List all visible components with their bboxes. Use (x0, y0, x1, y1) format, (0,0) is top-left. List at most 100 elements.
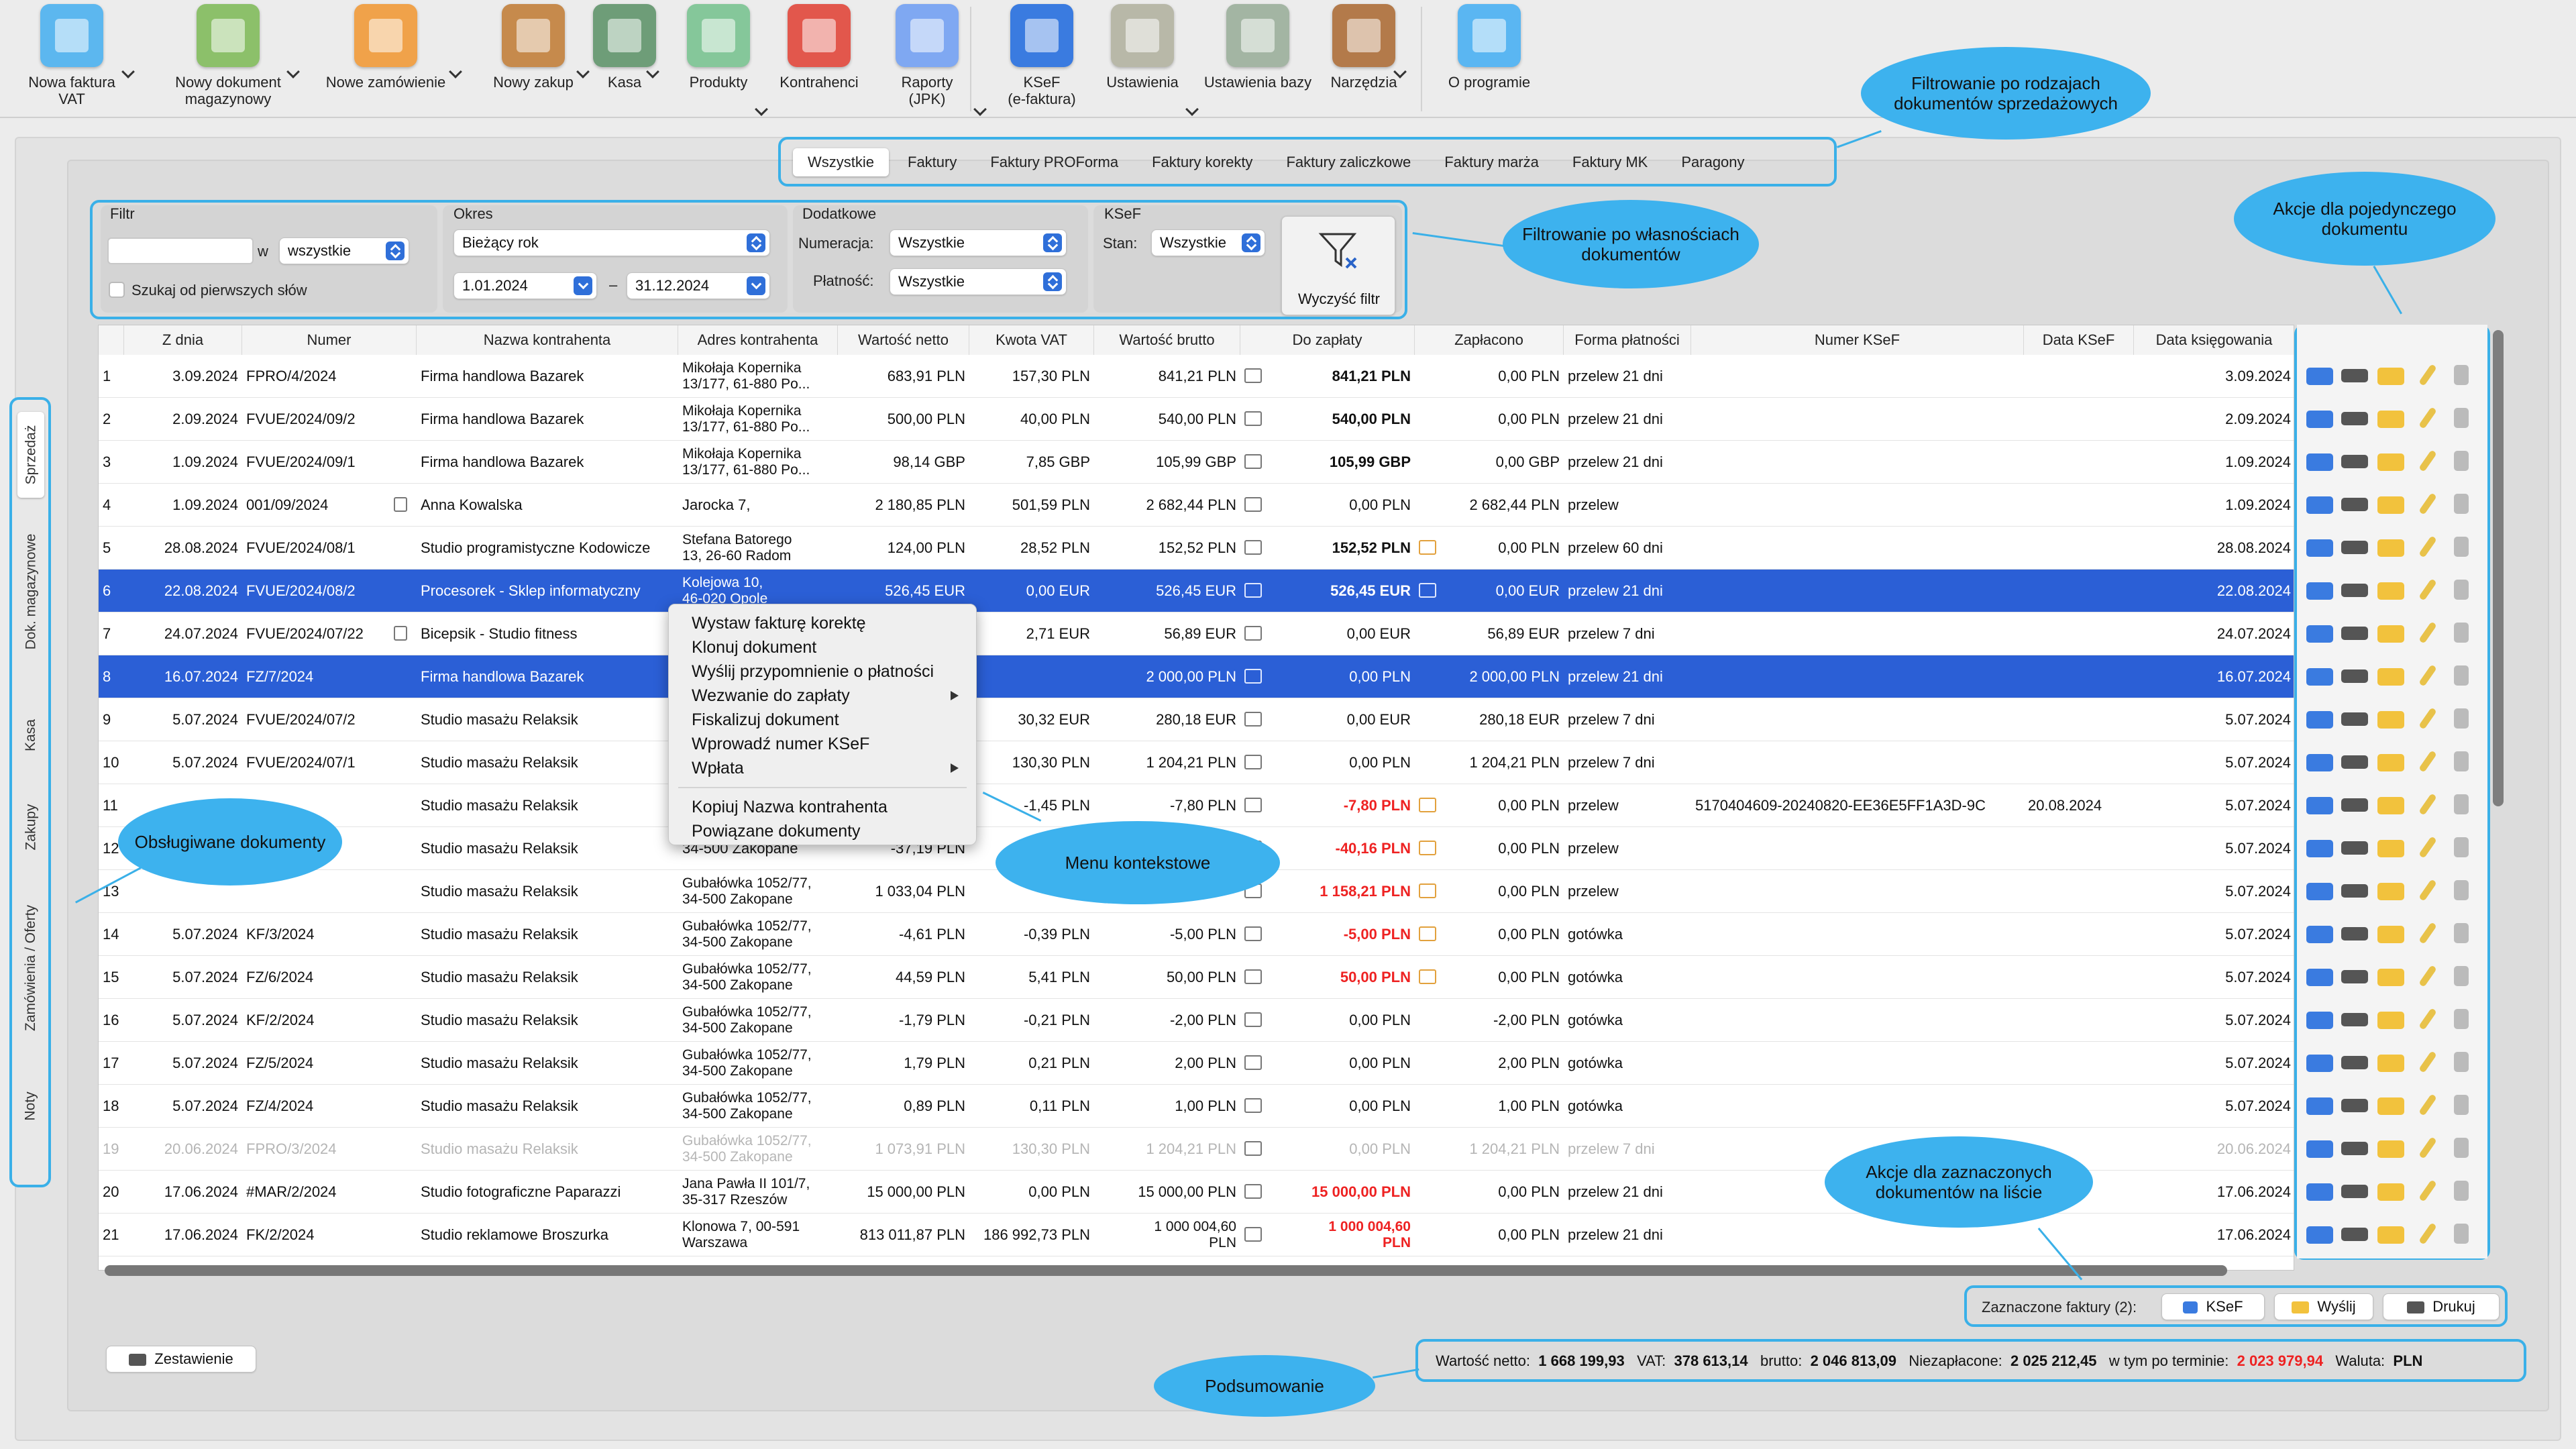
tab-faktury-mk[interactable]: Faktury MK (1558, 148, 1662, 176)
side-tab-0[interactable]: Sprzedaż (17, 412, 44, 498)
table-row[interactable]: 8 16.07.2024 FZ/7/2024 Firma handlowa Bazar… (99, 655, 2294, 698)
column-header-9[interactable]: Zapłacono (1415, 325, 1564, 355)
edit-icon[interactable] (2418, 750, 2437, 773)
edit-icon[interactable] (2418, 879, 2437, 902)
print-icon[interactable] (2341, 1013, 2368, 1026)
table-row[interactable]: 7 24.07.2024 FVUE/2024/07/22 Bicepsik - Stu… (99, 612, 2294, 655)
edit-icon[interactable] (2418, 535, 2437, 558)
edit-icon[interactable] (2418, 364, 2437, 386)
side-tab-3[interactable]: Zakupy (17, 789, 44, 865)
toolbar-basket-button[interactable]: Nowy zakup (483, 4, 584, 91)
ksef-send-icon[interactable] (2306, 582, 2333, 600)
table-row[interactable]: 6 22.08.2024 FVUE/2024/08/2 Procesorek - Sk… (99, 570, 2294, 612)
print-icon[interactable] (2341, 541, 2368, 554)
email-icon[interactable] (2377, 969, 2404, 986)
delete-icon[interactable] (2454, 1095, 2469, 1115)
chevron-down-icon[interactable] (1185, 103, 1199, 116)
note-icon[interactable] (394, 497, 407, 512)
edit-icon[interactable] (2418, 664, 2437, 687)
edit-icon[interactable] (2418, 707, 2437, 730)
cash-icon[interactable] (1244, 1055, 1262, 1070)
email-icon[interactable] (2377, 797, 2404, 814)
delete-icon[interactable] (2454, 665, 2469, 686)
delete-icon[interactable] (2454, 1224, 2469, 1244)
ksef-send-icon[interactable] (2306, 453, 2333, 471)
delete-icon[interactable] (2454, 1009, 2469, 1029)
email-icon[interactable] (2377, 1226, 2404, 1244)
email-icon[interactable] (2377, 539, 2404, 557)
edit-icon[interactable] (2418, 407, 2437, 429)
toolbar-contacts-button[interactable]: Kontrahenci (775, 4, 863, 91)
table-row[interactable]: 10 5.07.2024 FVUE/2024/07/1 Studio masażu R… (99, 741, 2294, 784)
cash-icon[interactable] (1244, 1184, 1262, 1199)
delete-icon[interactable] (2454, 365, 2469, 385)
edit-icon[interactable] (2418, 965, 2437, 987)
context-menu-item[interactable]: Wystaw fakturę korektę (669, 611, 976, 635)
toolbar-tools-button[interactable]: Narzędzia (1327, 4, 1401, 91)
filter-field-select[interactable]: wszystkie (279, 237, 409, 264)
delete-icon[interactable] (2454, 794, 2469, 814)
cash-icon[interactable] (1244, 798, 1262, 812)
toolbar-database-settings-button[interactable]: Ustawienia bazy (1195, 4, 1320, 91)
email-icon[interactable] (2377, 582, 2404, 600)
date-to-select[interactable]: 31.12.2024 (627, 272, 770, 299)
side-tab-4[interactable]: Zamówienia / Oferty (17, 869, 44, 1067)
cash-icon[interactable] (1244, 1141, 1262, 1156)
toolbar-ksef-cloud-button[interactable]: KSeF (e-faktura) (998, 4, 1085, 107)
edit-icon[interactable] (2418, 1222, 2437, 1245)
payment-doc-icon[interactable] (1419, 583, 1436, 598)
table-row[interactable]: 16 5.07.2024 KF/2/2024 Studio masażu Relaks… (99, 999, 2294, 1042)
payment-select[interactable]: Wszystkie (890, 268, 1067, 295)
ksef-send-icon[interactable] (2306, 1097, 2333, 1115)
table-row[interactable]: 14 5.07.2024 KF/3/2024 Studio masażu Relaks… (99, 913, 2294, 956)
ksef-send-icon[interactable] (2306, 668, 2333, 686)
delete-icon[interactable] (2454, 923, 2469, 943)
email-icon[interactable] (2377, 496, 2404, 514)
print-icon[interactable] (2341, 584, 2368, 597)
print-icon[interactable] (2341, 627, 2368, 640)
email-icon[interactable] (2377, 711, 2404, 729)
print-icon[interactable] (2341, 1228, 2368, 1241)
email-icon[interactable] (2377, 840, 2404, 857)
edit-icon[interactable] (2418, 1093, 2437, 1116)
table-row[interactable]: 15 5.07.2024 FZ/6/2024 Studio masażu Relaks… (99, 956, 2294, 999)
edit-icon[interactable] (2418, 621, 2437, 644)
ksef-send-icon[interactable] (2306, 711, 2333, 729)
cash-icon[interactable] (1244, 1227, 1262, 1242)
tab-faktury[interactable]: Faktury (893, 148, 971, 176)
table-horizontal-scrollbar[interactable] (105, 1265, 2227, 1276)
cash-icon[interactable] (1244, 411, 1262, 426)
report-summary-button[interactable]: Zestawienie (106, 1346, 256, 1373)
column-header-4[interactable]: Adres kontrahenta (678, 325, 838, 355)
ksef-send-icon[interactable] (2306, 1012, 2333, 1029)
edit-icon[interactable] (2418, 793, 2437, 816)
ksef-send-icon[interactable] (2306, 1183, 2333, 1201)
toolbar-invoice-button[interactable]: Nowa faktura VAT (15, 4, 129, 107)
delete-icon[interactable] (2454, 1052, 2469, 1072)
column-header-6[interactable]: Kwota VAT (969, 325, 1094, 355)
filter-text-input[interactable] (107, 237, 254, 264)
column-header-3[interactable]: Nazwa kontrahenta (417, 325, 678, 355)
column-header-8[interactable]: Do zapłaty (1240, 325, 1415, 355)
email-icon[interactable] (2377, 754, 2404, 771)
delete-icon[interactable] (2454, 837, 2469, 857)
column-header-1[interactable]: Z dnia (124, 325, 242, 355)
edit-icon[interactable] (2418, 1051, 2437, 1073)
delete-icon[interactable] (2454, 880, 2469, 900)
column-header-7[interactable]: Wartość brutto (1094, 325, 1240, 355)
ksef-send-icon[interactable] (2306, 1140, 2333, 1158)
ksef-send-icon[interactable] (2306, 368, 2333, 385)
context-menu-item[interactable]: Wyślij przypomnienie o płatności (669, 659, 976, 684)
ksef-send-icon[interactable] (2306, 840, 2333, 857)
delete-icon[interactable] (2454, 1138, 2469, 1158)
payment-doc-icon[interactable] (1419, 969, 1436, 984)
table-row[interactable]: 3 1.09.2024 FVUE/2024/09/1 Firma handlowa B… (99, 441, 2294, 484)
delete-icon[interactable] (2454, 408, 2469, 428)
print-icon[interactable] (2341, 412, 2368, 425)
context-menu-item[interactable]: Wpłata (669, 756, 976, 780)
ksef-send-icon[interactable] (2306, 754, 2333, 771)
cash-icon[interactable] (1244, 368, 1262, 383)
ksef-send-icon[interactable] (2306, 883, 2333, 900)
numbering-select[interactable]: Wszystkie (890, 229, 1067, 256)
delete-icon[interactable] (2454, 966, 2469, 986)
